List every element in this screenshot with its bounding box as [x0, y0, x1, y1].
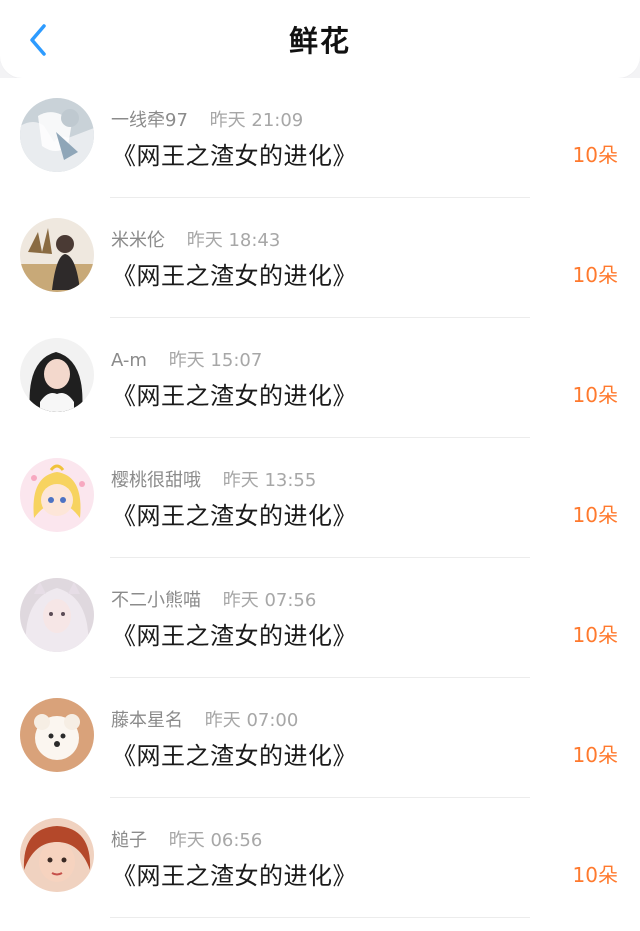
avatar[interactable]: [20, 698, 94, 772]
list-item[interactable]: 槌子 昨天 06:56 《网王之渣女的进化》 10朵: [0, 798, 640, 918]
flower-count: 10朵: [572, 143, 618, 167]
book-title: 《网王之渣女的进化》: [112, 862, 357, 890]
avatar[interactable]: [20, 98, 94, 172]
sent-time: 昨天 07:00: [204, 710, 299, 731]
sent-time: 昨天 21:09: [209, 110, 304, 131]
book-title: 《网王之渣女的进化》: [112, 622, 357, 650]
top-nav-bar: 鲜花: [0, 0, 640, 78]
sender-name: 槌子: [111, 830, 147, 851]
list-item[interactable]: 米米伦 昨天 18:43 《网王之渣女的进化》 10朵: [0, 198, 640, 318]
list-item[interactable]: 不二小熊喵 昨天 07:56 《网王之渣女的进化》 10朵: [0, 558, 640, 678]
book-title: 《网王之渣女的进化》: [112, 142, 357, 170]
avatar[interactable]: [20, 818, 94, 892]
sender-meta: 藤本星名 昨天 07:00: [111, 706, 298, 732]
list-item[interactable]: A-m 昨天 15:07 《网王之渣女的进化》 10朵: [0, 318, 640, 438]
flower-count: 10朵: [572, 863, 618, 887]
list-item[interactable]: 樱桃很甜哦 昨天 13:55 《网王之渣女的进化》 10朵: [0, 438, 640, 558]
sender-name: 藤本星名: [111, 710, 183, 731]
sender-meta: A-m 昨天 15:07: [111, 346, 262, 372]
sender-name: 不二小熊喵: [111, 590, 201, 611]
book-title: 《网王之渣女的进化》: [112, 502, 357, 530]
book-title: 《网王之渣女的进化》: [112, 742, 357, 770]
flower-gift-list: 一线牵97 昨天 21:09 《网王之渣女的进化》 10朵 米米伦 昨天 18:…: [0, 78, 640, 931]
sent-time: 昨天 18:43: [186, 230, 281, 251]
avatar[interactable]: [20, 458, 94, 532]
flower-count: 10朵: [572, 503, 618, 527]
sent-time: 昨天 15:07: [168, 350, 263, 371]
flower-count: 10朵: [572, 263, 618, 287]
list-item[interactable]: 藤本星名 昨天 07:00 《网王之渣女的进化》 10朵: [0, 678, 640, 798]
avatar[interactable]: [20, 578, 94, 652]
book-title: 《网王之渣女的进化》: [112, 382, 357, 410]
flower-count: 10朵: [572, 623, 618, 647]
sent-time: 昨天 13:55: [222, 470, 317, 491]
avatar[interactable]: [20, 218, 94, 292]
sent-time: 昨天 07:56: [222, 590, 317, 611]
sender-meta: 一线牵97 昨天 21:09: [111, 106, 303, 132]
list-item[interactable]: 一线牵97 昨天 21:09 《网王之渣女的进化》 10朵: [0, 78, 640, 198]
avatar[interactable]: [20, 338, 94, 412]
flower-count: 10朵: [572, 383, 618, 407]
row-divider: [110, 917, 530, 918]
sender-name: 米米伦: [111, 230, 165, 251]
page-title: 鲜花: [288, 24, 351, 58]
sender-meta: 米米伦 昨天 18:43: [111, 226, 280, 252]
sender-meta: 槌子 昨天 06:56: [111, 826, 262, 852]
sender-name: 樱桃很甜哦: [111, 470, 201, 491]
sender-name: 一线牵97: [111, 110, 188, 131]
sender-meta: 不二小熊喵 昨天 07:56: [111, 586, 316, 612]
book-title: 《网王之渣女的进化》: [112, 262, 357, 290]
sender-meta: 樱桃很甜哦 昨天 13:55: [111, 466, 316, 492]
sender-name: A-m: [111, 350, 147, 371]
flower-count: 10朵: [572, 743, 618, 767]
sent-time: 昨天 06:56: [168, 830, 263, 851]
